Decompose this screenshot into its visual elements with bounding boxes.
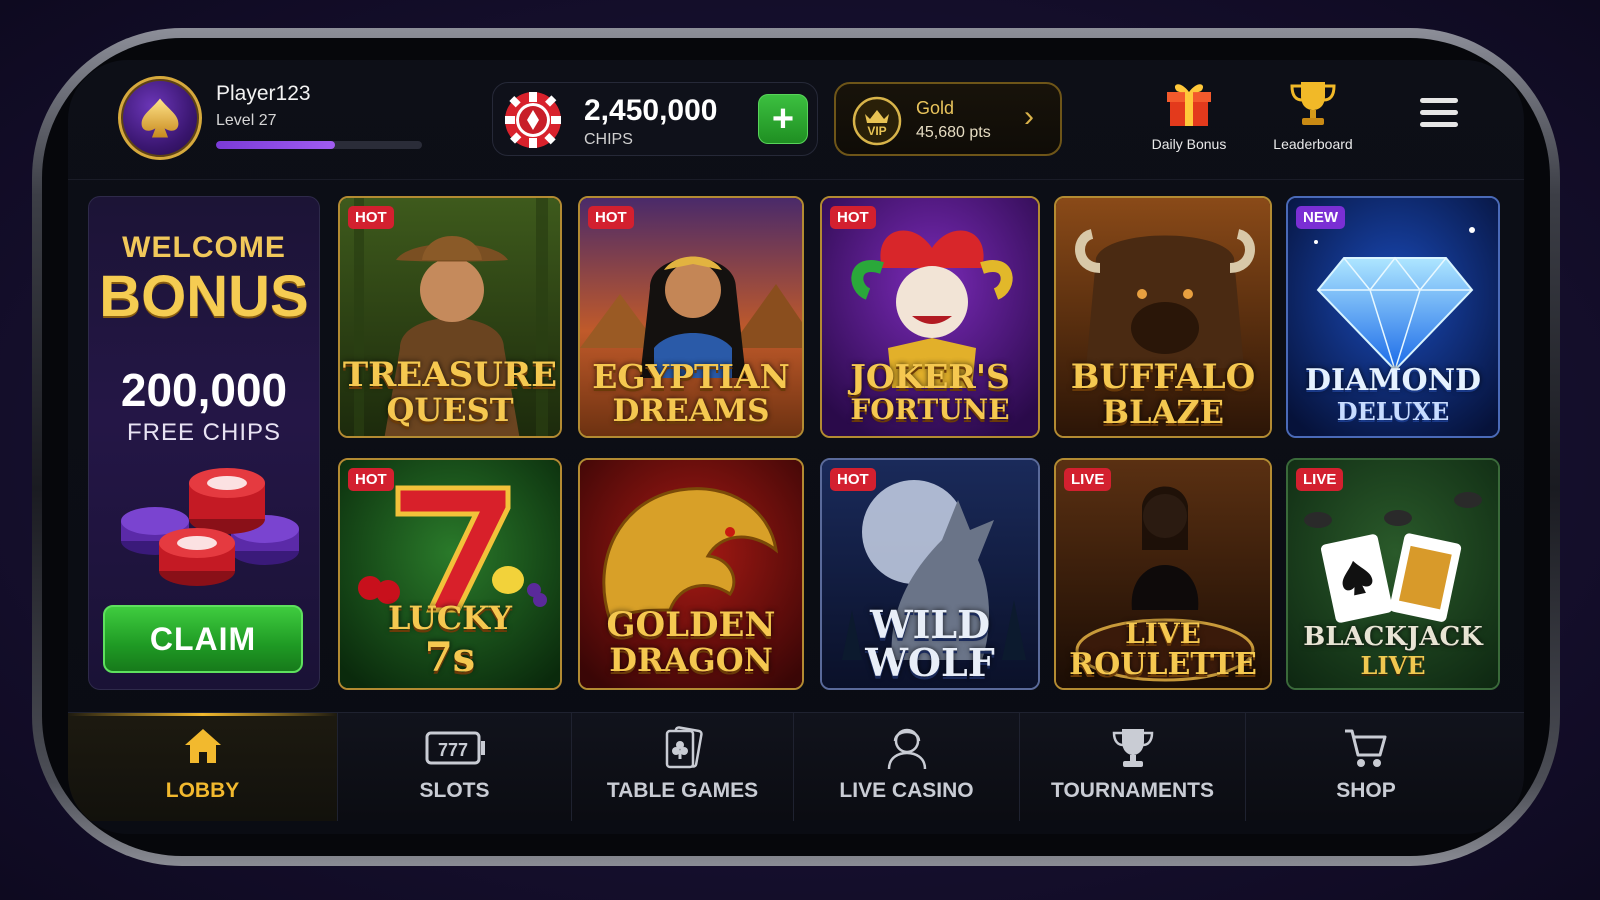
game-title: TREASURE (342, 355, 558, 395)
svg-text:777: 777 (437, 740, 467, 760)
nav-tournaments[interactable]: TOURNAMENTS (1020, 713, 1246, 821)
nav-live-casino[interactable]: LIVE CASINO (794, 713, 1020, 821)
welcome-bonus-panel: WELCOME BONUS 200,000 FREE CHIPS CLAIM (88, 196, 320, 690)
game-title: LIVE (1125, 617, 1201, 650)
daily-bonus-label: Daily Bonus (1151, 136, 1227, 152)
nav-label: TABLE GAMES (606, 779, 759, 802)
game-title: DIAMOND (1304, 363, 1482, 398)
nav-slots[interactable]: 777 SLOTS (338, 713, 572, 821)
phone-bezel: Player123 Level 27 2,450,000 CHIPS + VIP… (42, 38, 1550, 856)
trophy-icon (1290, 82, 1336, 125)
nav-shop[interactable]: SHOP (1246, 713, 1486, 821)
top-bar: Player123 Level 27 2,450,000 CHIPS + VIP… (68, 60, 1524, 180)
chips-balance: 2,450,000 CHIPS + (492, 82, 818, 156)
leaderboard-label: Leaderboard (1273, 136, 1353, 152)
game-tile-diamond-deluxe[interactable]: NEW DIAMOND DELUXE (1286, 196, 1500, 438)
hamburger-menu-icon[interactable] (1420, 98, 1458, 132)
game-tile-golden-dragon[interactable]: GOLDEN DRAGON (578, 458, 804, 690)
leaderboard-button[interactable]: Leaderboard (1258, 76, 1368, 166)
vip-badge-icon: VIP (852, 96, 902, 146)
chips-amount: 2,450,000 (584, 94, 718, 127)
spade-icon (141, 98, 179, 138)
new-badge: NEW (1296, 206, 1345, 229)
game-tile-blackjack-live[interactable]: LIVE BLACKJACK LIVE (1286, 458, 1500, 690)
game-tile-jokers-fortune[interactable]: HOT JOKER'S FORTUNE (820, 196, 1040, 438)
nav-label: LIVE CASINO (839, 779, 974, 802)
game-subtitle: DRAGON (609, 641, 773, 679)
game-title: GOLDEN (606, 605, 776, 645)
hot-badge: HOT (588, 206, 634, 229)
game-subtitle: DREAMS (612, 393, 770, 429)
xp-progress-bar (216, 141, 422, 149)
vip-tier: Gold (916, 98, 955, 118)
game-title: EGYPTIAN (592, 357, 790, 396)
hot-badge: HOT (348, 468, 394, 491)
hot-badge: HOT (830, 468, 876, 491)
bottom-navigation: LOBBY 777 SLOTS TABLE GAMES LIVE CASINO … (68, 712, 1524, 821)
hot-badge: HOT (830, 206, 876, 229)
game-title: BLACKJACK (1303, 622, 1483, 652)
vip-badge-text: VIP (867, 124, 886, 138)
nav-lobby[interactable]: LOBBY (68, 713, 338, 821)
add-chips-button[interactable]: + (758, 94, 808, 144)
bonus-heading: BONUS (99, 264, 309, 329)
game-tile-live-roulette[interactable]: LIVE LIVE ROULETTE (1054, 458, 1272, 690)
welcome-heading: WELCOME (122, 231, 286, 264)
game-tile-treasure-quest[interactable]: HOT TREASURE QUEST (338, 196, 562, 438)
game-subtitle: QUEST (386, 391, 514, 429)
game-subtitle: 7s (424, 634, 476, 681)
game-title: BUFFALO (1070, 357, 1256, 397)
live-badge: LIVE (1296, 468, 1344, 491)
chevron-right-icon: › (1024, 100, 1034, 133)
game-title: JOKER'S (850, 357, 1010, 396)
vip-points: 45,680 pts (916, 124, 991, 141)
player-name: Player123 (216, 82, 311, 105)
bonus-subtitle: FREE CHIPS (126, 419, 282, 446)
live-badge: LIVE (1064, 468, 1112, 491)
hot-badge: HOT (348, 206, 394, 229)
cart-icon (1345, 729, 1387, 767)
nav-table-games[interactable]: TABLE GAMES (572, 713, 794, 821)
game-title: LUCKY (388, 599, 512, 637)
home-icon (184, 729, 221, 763)
nav-label: LOBBY (165, 779, 240, 802)
playing-cards-icon (665, 726, 703, 769)
game-subtitle: FORTUNE (850, 393, 1010, 426)
chip-stack-icon (121, 468, 299, 586)
chips-label: CHIPS (584, 131, 633, 148)
game-subtitle: DELUXE (1336, 397, 1450, 426)
daily-bonus-button[interactable]: Daily Bonus (1134, 76, 1244, 166)
gift-icon (1167, 84, 1211, 126)
nav-label: TOURNAMENTS (1051, 779, 1214, 802)
trophy-icon (1112, 729, 1153, 767)
bonus-amount: 200,000 (120, 364, 288, 416)
dealer-icon (887, 728, 926, 770)
player-level: Level 27 (216, 112, 277, 129)
game-subtitle: LIVE (1360, 651, 1426, 680)
xp-progress-fill (216, 141, 336, 149)
claim-button[interactable]: CLAIM (103, 605, 303, 673)
game-tile-egyptian-dreams[interactable]: HOT EGYPTIAN DREAMS (578, 196, 804, 438)
vip-status[interactable]: VIP Gold 45,680 pts › (834, 82, 1062, 156)
game-subtitle: ROULETTE (1069, 647, 1257, 682)
phone-frame: Player123 Level 27 2,450,000 CHIPS + VIP… (32, 28, 1560, 866)
avatar[interactable] (118, 76, 202, 160)
nav-label: SHOP (1336, 779, 1396, 802)
game-tile-buffalo-blaze[interactable]: BUFFALO BLAZE (1054, 196, 1272, 438)
poker-chip-icon (505, 92, 561, 148)
app-screen: Player123 Level 27 2,450,000 CHIPS + VIP… (68, 60, 1524, 834)
game-subtitle: WOLF (865, 640, 995, 685)
slot-machine-icon: 777 (425, 731, 485, 765)
game-subtitle: BLAZE (1101, 393, 1225, 431)
game-tile-lucky-7s[interactable]: HOT LUCKY 7s (338, 458, 562, 690)
nav-label: SLOTS (419, 779, 490, 802)
game-tile-wild-wolf[interactable]: HOT WILD WOLF (820, 458, 1040, 690)
game-title: WILD (869, 602, 991, 647)
